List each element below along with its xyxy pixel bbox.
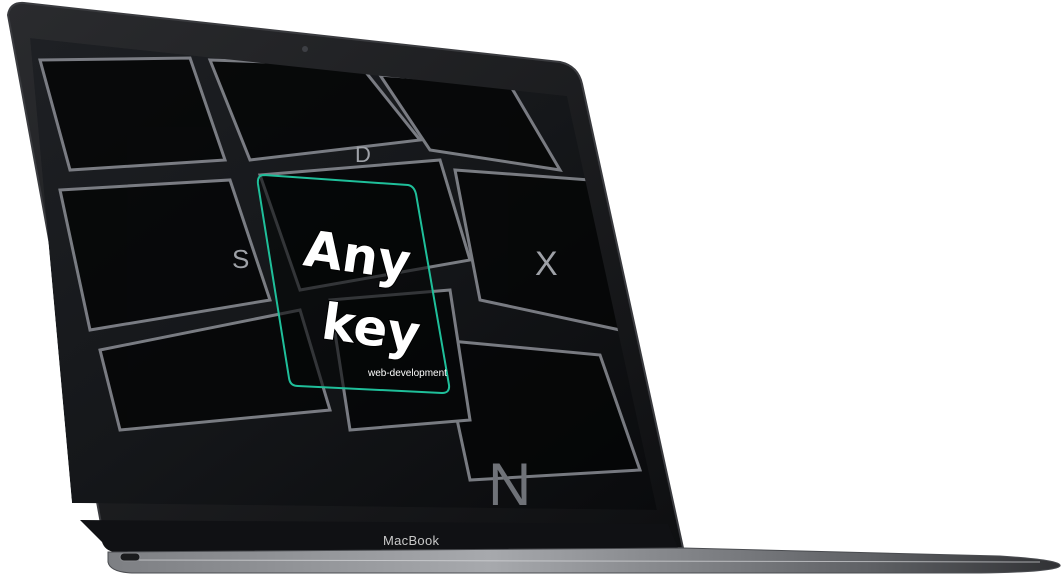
key-glyph-d: D <box>355 142 371 167</box>
laptop-illustration: D S X N Any key web-development MacBook <box>6 1 1061 574</box>
laptop-mockup: D S X N Any key web-development MacBook <box>0 0 1063 575</box>
key-glyph-n: N <box>488 451 531 518</box>
key-glyph-x: X <box>535 245 558 283</box>
logo-tagline: web-development <box>367 368 447 379</box>
usb-port-icon <box>119 552 141 562</box>
key-glyph-s: S <box>232 244 249 274</box>
camera-icon <box>302 46 308 52</box>
brand-label: MacBook <box>383 533 439 548</box>
lid-chin <box>80 520 678 552</box>
